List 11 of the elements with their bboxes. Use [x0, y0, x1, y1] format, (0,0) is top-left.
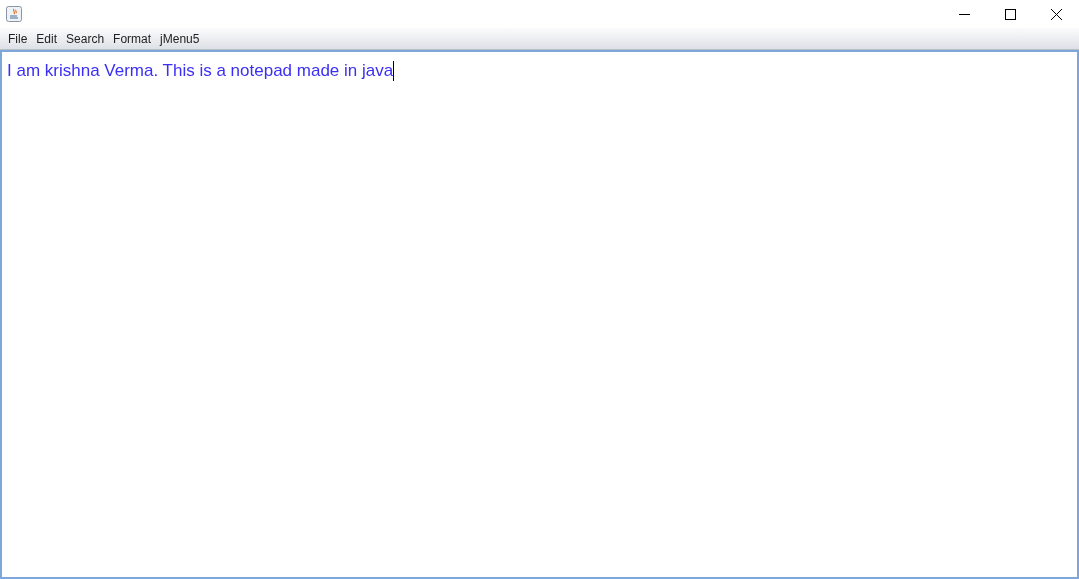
maximize-icon [1004, 8, 1016, 20]
menu-item[interactable]: jMenu5 [156, 29, 204, 48]
menu-item[interactable]: File [4, 29, 32, 48]
text-cursor [393, 60, 395, 81]
menu-item[interactable]: Edit [32, 29, 62, 48]
close-icon [1050, 8, 1062, 20]
text-area[interactable]: I am krishna Verma. This is a notepad made in java [0, 50, 1079, 579]
menu-item[interactable]: Format [109, 29, 156, 48]
menu-item[interactable]: Search [62, 29, 109, 48]
editor-text: I am krishna Verma. This is a notepad made in java [7, 60, 394, 82]
app-icon [6, 6, 22, 22]
